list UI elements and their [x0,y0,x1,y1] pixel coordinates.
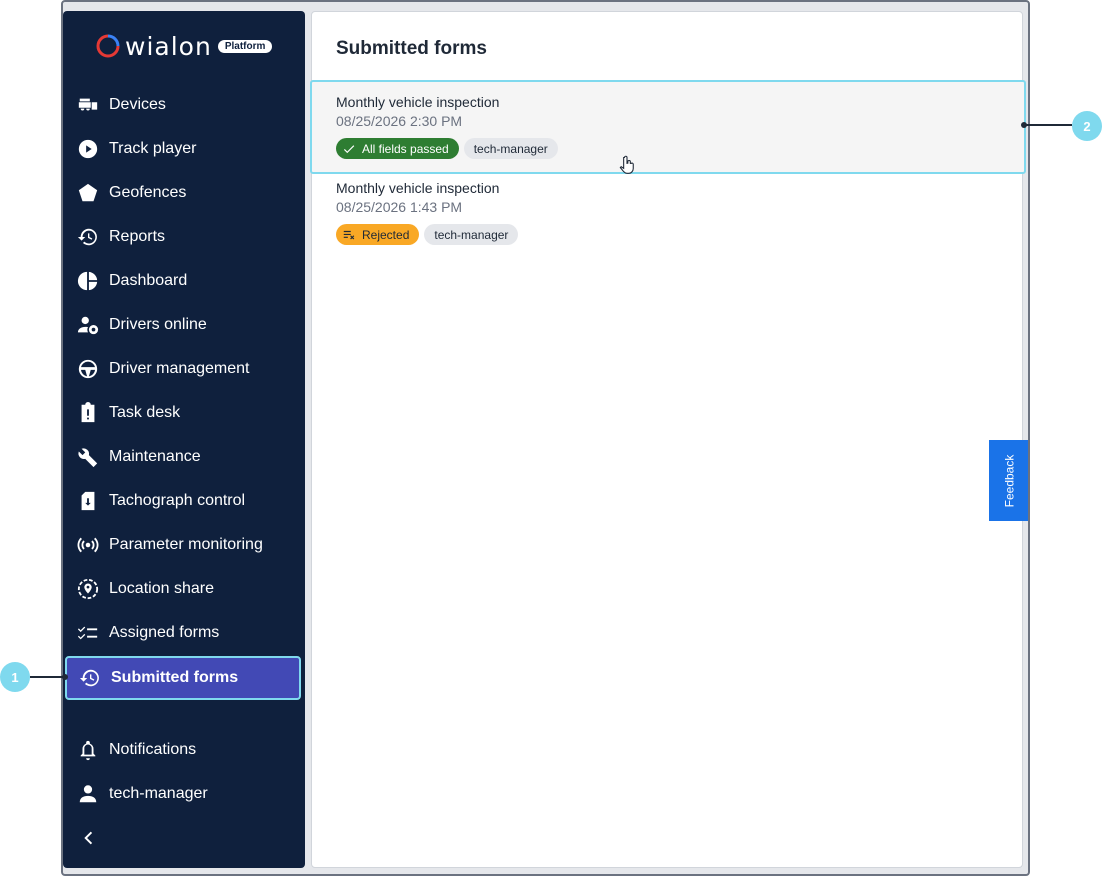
sidebar-item-driver-management[interactable]: Driver management [65,347,301,391]
sidebar-item-drivers-online[interactable]: Drivers online [65,303,301,347]
pie-chart-icon [77,270,99,292]
sidebar-item-geofences[interactable]: Geofences [65,171,301,215]
sidebar-item-label: Location share [109,580,214,597]
page-title: Submitted forms [336,38,487,59]
callout-1: 1 [0,662,30,692]
sidebar-item-label: Geofences [109,184,187,201]
sidebar-item-location-share[interactable]: Location share [65,567,301,611]
form-title: Monthly vehicle inspection [336,180,500,196]
sidebar-item-notifications[interactable]: Notifications [65,728,301,772]
sidebar-item-user[interactable]: tech-manager [65,772,301,816]
sidebar-item-dashboard[interactable]: Dashboard [65,259,301,303]
wrench-icon [77,446,99,468]
form-title: Monthly vehicle inspection [336,94,500,110]
sidebar-item-label: Task desk [109,404,181,421]
sidebar-item-label: Parameter monitoring [109,536,263,553]
form-list-item[interactable]: Monthly vehicle inspection 08/25/2026 2:… [336,94,1016,159]
play-icon [77,138,99,160]
sidebar: wialon Platform Devices Track player Geo… [63,11,305,868]
sidebar-item-label: Assigned forms [109,624,220,641]
callout-2-line [1024,124,1072,126]
checklist-icon [77,622,99,644]
sidebar-item-label: Maintenance [109,448,201,465]
sidebar-item-assigned-forms[interactable]: Assigned forms [65,611,301,655]
sidebar-item-track-player[interactable]: Track player [65,127,301,171]
form-date: 08/25/2026 2:30 PM [336,113,463,129]
sidebar-item-label: Devices [109,96,166,113]
sidebar-item-submitted-forms[interactable]: Submitted forms [65,656,301,700]
sidebar-collapse-button[interactable] [65,816,301,860]
main-panel: Submitted forms Monthly vehicle inspecti… [310,11,1026,868]
sidebar-item-devices[interactable]: Devices [65,83,301,127]
brand-name: wialon [125,31,212,61]
sidebar-item-reports[interactable]: Reports [65,215,301,259]
chevron-left-icon [77,827,99,849]
sidebar-item-maintenance[interactable]: Maintenance [65,435,301,479]
hand-cursor-icon [619,155,634,174]
sidebar-item-parameter-monitoring[interactable]: Parameter monitoring [65,523,301,567]
driver-online-icon [77,314,99,336]
bell-icon [77,739,99,761]
user-tag: tech-manager [463,138,558,159]
status-badge: Rejected [336,224,420,245]
sidebar-item-label: tech-manager [109,785,208,802]
sidebar-item-label: Driver management [109,360,250,377]
pentagon-icon [77,182,99,204]
check-icon [343,144,355,153]
feedback-button[interactable]: Feedback [989,440,1028,521]
brand-logo: wialon Platform [95,31,273,61]
history-icon [77,226,99,248]
sidebar-item-tachograph-control[interactable]: Tachograph control [65,479,301,523]
status-badge-label: Rejected [362,227,410,242]
brand-badge: Platform [217,39,273,53]
callout-1-dot [62,674,68,680]
tachograph-icon [77,490,99,512]
devices-icon [77,94,99,116]
location-share-icon [77,578,99,600]
user-icon [77,783,99,805]
steering-wheel-icon [77,358,99,380]
wialon-logo-icon [96,34,120,58]
sidebar-item-label: Notifications [109,741,197,758]
form-chips: All fields passed tech-manager [336,138,1016,159]
app-window: wialon Platform Devices Track player Geo… [61,0,1030,876]
sidebar-item-label: Drivers online [109,316,207,333]
sidebar-item-label: Tachograph control [109,492,246,509]
callout-2-dot [1021,122,1027,128]
sidebar-item-label: Reports [109,228,166,245]
callout-2: 2 [1072,111,1102,141]
feedback-label: Feedback [1002,454,1017,507]
sidebar-item-label: Track player [109,140,197,157]
sidebar-item-label: Dashboard [109,272,188,289]
sidebar-item-label: Submitted forms [111,669,239,686]
status-badge-label: All fields passed [362,141,449,156]
user-tag: tech-manager [424,224,519,245]
history-icon [79,667,101,689]
list-reject-icon [343,230,355,239]
form-list-item[interactable]: Monthly vehicle inspection 08/25/2026 1:… [336,180,1016,245]
status-badge: All fields passed [336,138,459,159]
form-chips: Rejected tech-manager [336,224,1016,245]
callout-1-line [30,676,64,678]
form-date: 08/25/2026 1:43 PM [336,199,463,215]
sensor-icon [77,534,99,556]
sidebar-item-task-desk[interactable]: Task desk [65,391,301,435]
clipboard-alert-icon [77,402,99,424]
